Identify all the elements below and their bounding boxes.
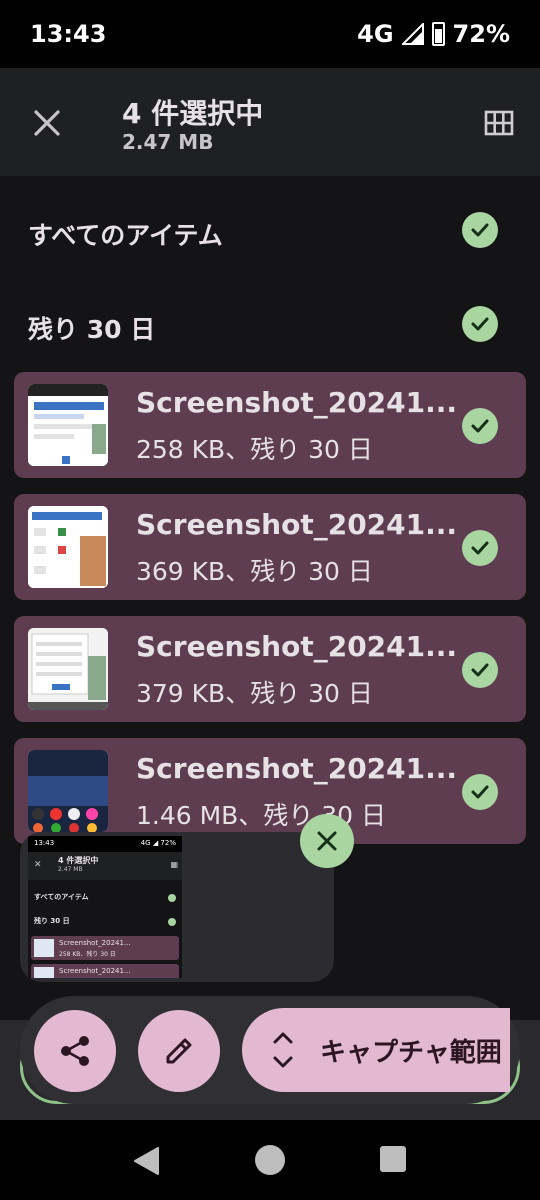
preview-grid-icon: ▦: [170, 860, 178, 869]
select-all-check-icon[interactable]: [462, 212, 498, 248]
system-nav-bar: [0, 1120, 540, 1200]
preview-check-icon: [168, 894, 176, 902]
preview-image: 13:43 4G ◢ 72% ✕ 4 件選択中 2.47 MB ▦ すべてのアイ…: [28, 836, 182, 978]
all-items-label: すべてのアイテム: [28, 221, 223, 250]
selection-size: 2.47 MB: [122, 130, 214, 154]
screenshot-thumbnail: [28, 628, 108, 710]
list-item[interactable]: Screenshot_20241... 258 KB、残り 30 日: [14, 372, 526, 478]
preview-header: ✕ 4 件選択中 2.47 MB ▦: [28, 852, 182, 880]
file-meta: 369 KB、残り 30 日: [136, 557, 373, 586]
preview-row-name: Screenshot_20241...: [59, 967, 131, 975]
preview-row-thumb: [34, 939, 54, 957]
battery-icon: [431, 22, 445, 46]
preview-time: 13:43: [34, 839, 55, 847]
preview-all-items: すべてのアイテム: [34, 893, 89, 901]
recent-apps-icon[interactable]: [380, 1146, 406, 1172]
group-label: 残り 30 日: [28, 315, 156, 344]
list-item[interactable]: Screenshot_20241... 1.46 MB、残り 30 日: [14, 738, 526, 844]
screenshot-thumbnail: [28, 506, 108, 588]
back-icon[interactable]: [132, 1146, 162, 1176]
status-bar: 13:43 4G 72%: [0, 0, 540, 68]
share-icon: [61, 1036, 89, 1066]
screenshot-preview[interactable]: 13:43 4G ◢ 72% ✕ 4 件選択中 2.47 MB ▦ すべてのアイ…: [20, 832, 334, 982]
file-name: Screenshot_20241...: [136, 630, 458, 663]
item-check-icon[interactable]: [462, 408, 498, 444]
status-time: 13:43: [30, 20, 107, 48]
preview-row-meta: 258 KB、残り 30 日: [59, 951, 116, 958]
home-icon[interactable]: [255, 1145, 285, 1175]
network-type: 4G: [357, 20, 394, 48]
preview-group: 残り 30 日: [34, 917, 70, 925]
preview-size: 2.47 MB: [58, 866, 83, 873]
screenshot-thumbnail: [28, 384, 108, 466]
close-icon: [317, 831, 337, 851]
file-name: Screenshot_20241...: [136, 508, 458, 541]
group-check-icon[interactable]: [462, 306, 498, 342]
battery-percent: 72%: [452, 20, 510, 48]
capture-range-button[interactable]: キャプチャ範囲: [242, 1008, 510, 1092]
item-check-icon[interactable]: [462, 652, 498, 688]
preview-title: 4 件選択中: [58, 856, 99, 865]
capture-range-label: キャプチャ範囲: [320, 1038, 502, 1068]
file-meta: 258 KB、残り 30 日: [136, 435, 373, 464]
selection-header: 4 件選択中 2.47 MB: [0, 68, 540, 176]
share-button[interactable]: [34, 1010, 116, 1092]
expand-vertical-icon: [273, 1032, 293, 1068]
selection-title: 4 件選択中: [122, 97, 264, 130]
preview-row-name: Screenshot_20241...: [59, 939, 131, 947]
file-meta: 379 KB、残り 30 日: [136, 679, 373, 708]
file-name: Screenshot_20241...: [136, 386, 458, 419]
list-item[interactable]: Screenshot_20241... 369 KB、残り 30 日: [14, 494, 526, 600]
edit-button[interactable]: [138, 1010, 220, 1092]
preview-status-bar: 13:43 4G ◢ 72%: [28, 836, 182, 852]
status-icons: 4G 72%: [357, 20, 510, 48]
preview-row: Screenshot_20241...: [31, 964, 179, 978]
item-check-icon[interactable]: [462, 530, 498, 566]
item-check-icon[interactable]: [462, 774, 498, 810]
preview-close-icon: ✕: [34, 860, 42, 870]
preview-row-thumb: [34, 967, 54, 978]
preview-row: Screenshot_20241... 258 KB、残り 30 日: [31, 936, 179, 960]
screenshot-thumbnail: [28, 750, 108, 832]
list-item[interactable]: Screenshot_20241... 379 KB、残り 30 日: [14, 616, 526, 722]
preview-check-icon: [168, 918, 176, 926]
dismiss-preview-button[interactable]: [300, 814, 354, 868]
pencil-icon: [166, 1038, 192, 1064]
file-name: Screenshot_20241...: [136, 752, 458, 785]
grid-view-icon[interactable]: [484, 110, 514, 136]
preview-status: 4G ◢ 72%: [140, 839, 176, 847]
close-icon[interactable]: [30, 106, 64, 140]
signal-icon: [401, 23, 424, 45]
